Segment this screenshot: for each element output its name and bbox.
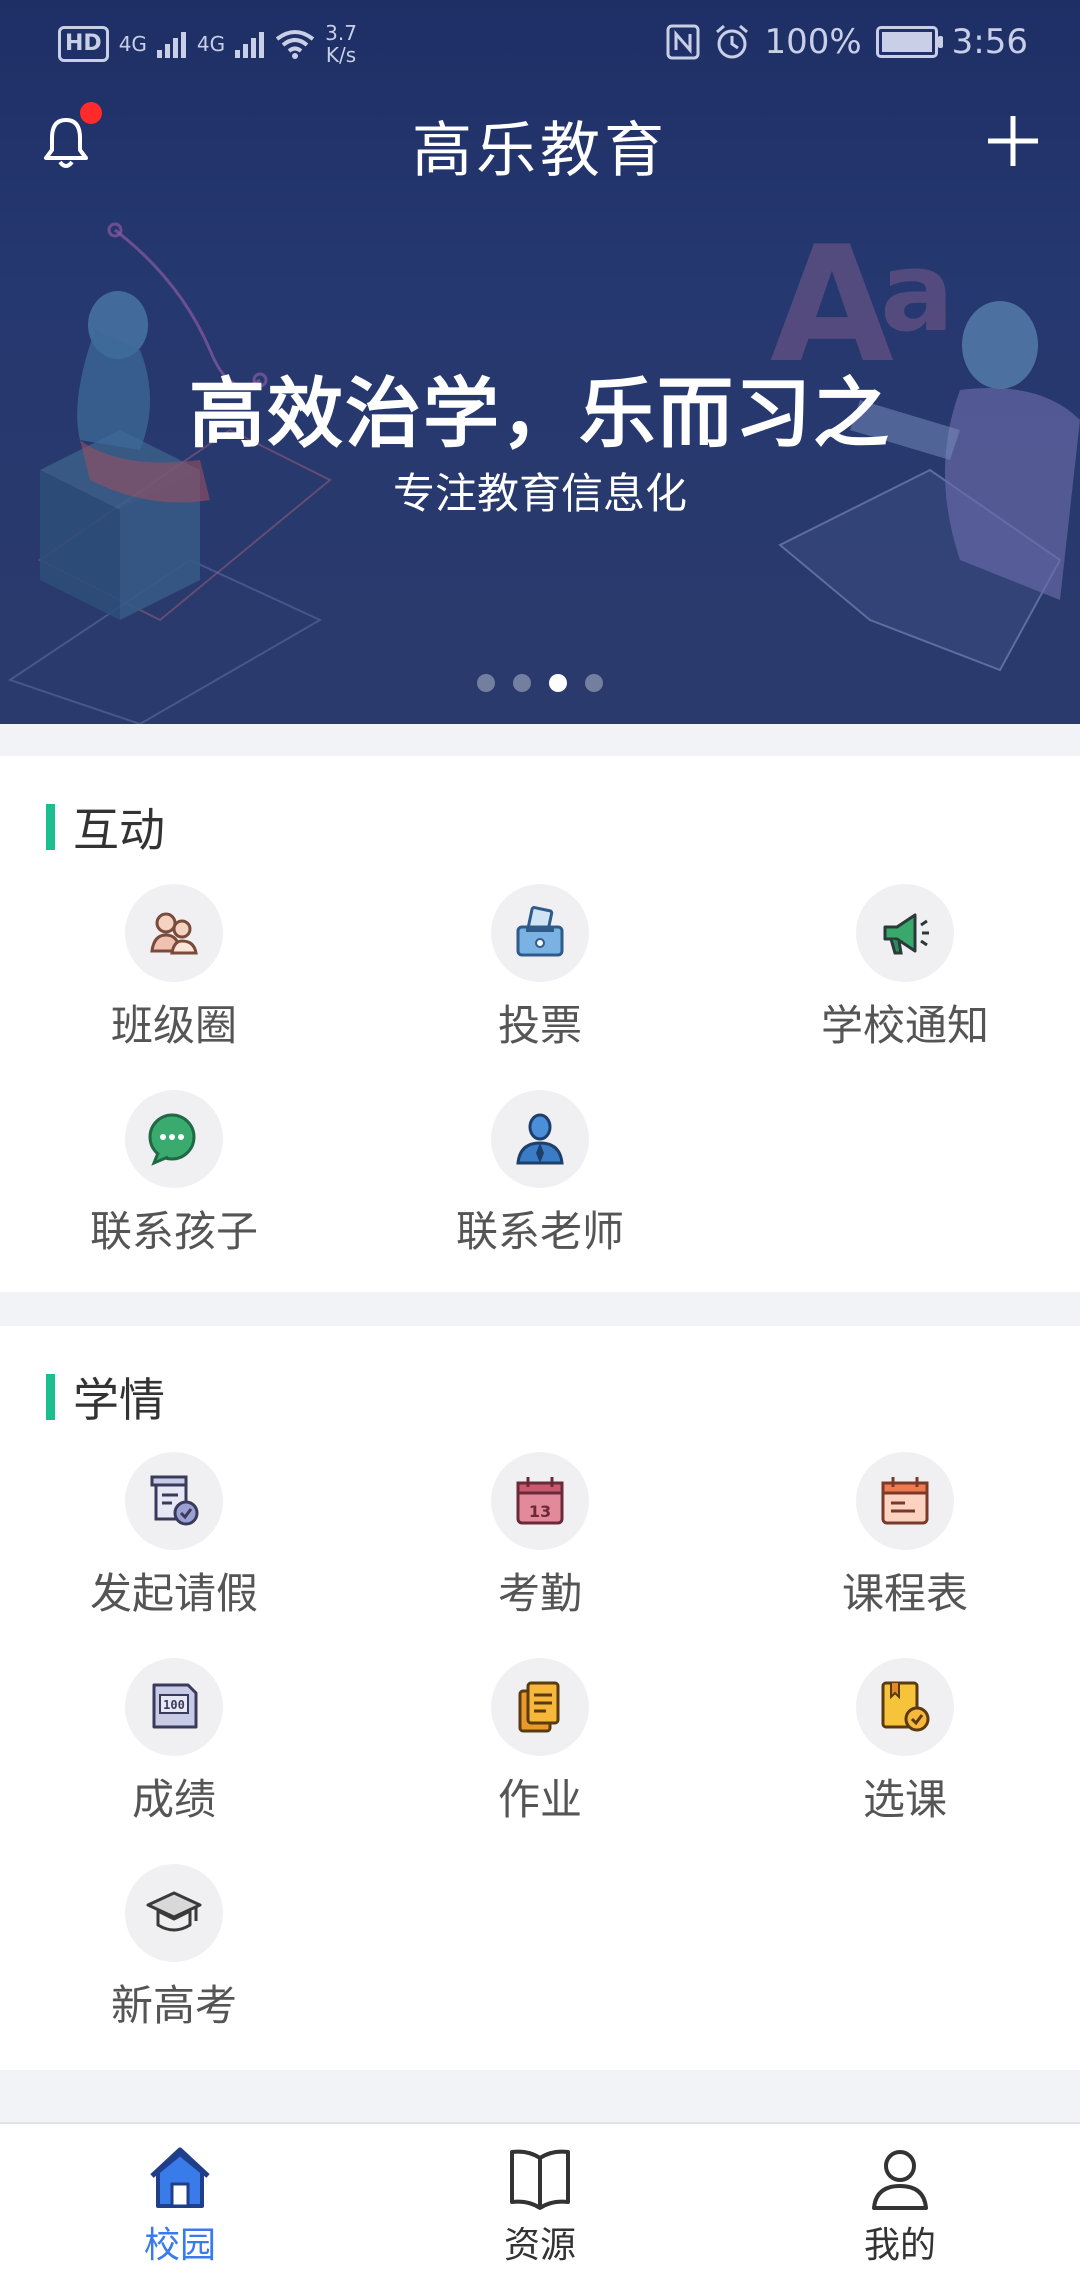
icon-circle bbox=[856, 884, 954, 982]
menu-item-label: 作业 bbox=[497, 1775, 582, 1824]
menu-item-label: 联系老师 bbox=[455, 1207, 624, 1256]
icon-circle bbox=[856, 1658, 954, 1756]
header-banner: A a HD 4G 4G 3.7 K/s 100% 3:56 高乐教育 高效治学… bbox=[0, 0, 1080, 724]
cell-signal-icon-2 bbox=[235, 32, 265, 58]
icon-circle bbox=[491, 884, 589, 982]
section-accent-bar bbox=[46, 804, 55, 850]
user-icon bbox=[872, 2150, 928, 2210]
section-header: 学情 bbox=[46, 1364, 165, 1430]
svg-text:a: a bbox=[880, 228, 954, 356]
menu-item-label: 发起请假 bbox=[89, 1569, 258, 1618]
battery-percent: 100% bbox=[764, 22, 862, 62]
menu-item-label: 班级圈 bbox=[110, 1001, 237, 1050]
homework-icon bbox=[518, 1681, 560, 1733]
tab-mine[interactable]: 我的 bbox=[800, 2142, 1000, 2268]
menu-item-contact-teacher[interactable]: 联系老师 bbox=[380, 1090, 700, 1259]
course-select-icon bbox=[881, 1681, 930, 1732]
menu-item-class-circle[interactable]: 班级圈 bbox=[14, 884, 334, 1053]
icon-circle: 100 bbox=[125, 1658, 223, 1756]
megaphone-icon bbox=[883, 913, 929, 955]
section-header: 互动 bbox=[46, 794, 165, 860]
cell-signal-icon bbox=[156, 32, 186, 58]
menu-item-label: 联系孩子 bbox=[89, 1207, 258, 1256]
icon-circle bbox=[491, 1658, 589, 1756]
menu-item-label: 课程表 bbox=[841, 1569, 968, 1618]
menu-item-course-select[interactable]: 选课 bbox=[745, 1658, 1065, 1827]
bottom-tab-bar: 校园 资源 我的 bbox=[0, 2122, 1080, 2282]
banner-title: 高效治学，乐而习之 bbox=[189, 369, 891, 458]
wifi-icon bbox=[275, 30, 315, 59]
clock: 3:56 bbox=[951, 22, 1028, 62]
tab-campus[interactable]: 校园 bbox=[80, 2142, 280, 2268]
alarm-icon bbox=[716, 24, 749, 59]
vote-icon bbox=[516, 906, 564, 957]
tab-label: 校园 bbox=[143, 2225, 216, 2266]
carousel-dot[interactable] bbox=[477, 674, 495, 692]
menu-item-label: 考勤 bbox=[497, 1569, 582, 1618]
section-interaction: 互动 班级圈 投票 学校通知 联系孩子 联系老师 bbox=[0, 756, 1080, 1292]
menu-item-label: 投票 bbox=[497, 1001, 582, 1050]
banner-subtitle: 专注教育信息化 bbox=[392, 469, 687, 518]
section-learning: 学情 发起请假 13 考勤 课程表 100 成绩 作业 选课 新高考 bbox=[0, 1326, 1080, 2070]
score-icon: 100 bbox=[152, 1683, 198, 1729]
svg-text:100: 100 bbox=[163, 1698, 185, 1712]
chat-bubble-icon bbox=[148, 1113, 196, 1166]
menu-item-label: 成绩 bbox=[131, 1775, 216, 1824]
add-icon[interactable] bbox=[984, 112, 1042, 170]
icon-circle bbox=[125, 1452, 223, 1550]
carousel-dot[interactable] bbox=[513, 674, 531, 692]
icon-circle bbox=[125, 1864, 223, 1962]
teacher-icon bbox=[516, 1113, 564, 1165]
menu-item-school-notice[interactable]: 学校通知 bbox=[745, 884, 1065, 1053]
nfc-icon bbox=[666, 24, 700, 60]
menu-item-homework[interactable]: 作业 bbox=[380, 1658, 700, 1827]
calendar-icon: 13 bbox=[516, 1477, 564, 1525]
icon-circle: 13 bbox=[491, 1452, 589, 1550]
hd-badge: HD bbox=[58, 26, 109, 62]
page-title: 高乐教育 bbox=[412, 116, 668, 186]
battery-icon bbox=[875, 26, 943, 58]
signal-4g-label-2: 4G bbox=[196, 32, 226, 56]
icon-circle bbox=[125, 884, 223, 982]
section-title: 互动 bbox=[73, 803, 165, 857]
svg-text:13: 13 bbox=[529, 1502, 551, 1521]
icon-circle bbox=[856, 1452, 954, 1550]
tab-label: 我的 bbox=[863, 2225, 936, 2266]
class-circle-icon bbox=[150, 912, 198, 955]
tab-label: 资源 bbox=[503, 2225, 576, 2266]
carousel-dot-active[interactable] bbox=[549, 674, 567, 692]
menu-item-score[interactable]: 100 成绩 bbox=[14, 1658, 334, 1827]
signal-4g-label: 4G bbox=[118, 32, 147, 56]
top-bar: 高乐教育 bbox=[0, 92, 1080, 192]
schedule-icon bbox=[881, 1477, 929, 1525]
menu-item-vote[interactable]: 投票 bbox=[380, 884, 700, 1053]
status-bar: HD 4G 4G 3.7 K/s 100% 3:56 bbox=[0, 0, 1080, 92]
menu-item-attendance[interactable]: 13 考勤 bbox=[380, 1452, 700, 1621]
carousel-dot[interactable] bbox=[585, 674, 603, 692]
book-icon bbox=[510, 2149, 570, 2210]
icon-circle bbox=[491, 1090, 589, 1188]
menu-item-contact-child[interactable]: 联系孩子 bbox=[14, 1090, 334, 1259]
menu-item-leave-request[interactable]: 发起请假 bbox=[14, 1452, 334, 1621]
home-icon bbox=[150, 2147, 210, 2208]
menu-item-label: 学校通知 bbox=[820, 1001, 989, 1050]
network-speed-value: 3.7 bbox=[325, 21, 357, 45]
menu-item-label: 选课 bbox=[862, 1775, 947, 1824]
carousel-indicator bbox=[0, 674, 1080, 692]
menu-item-new-gaokao[interactable]: 新高考 bbox=[14, 1864, 334, 2033]
network-speed-unit: K/s bbox=[325, 43, 357, 67]
leave-request-icon bbox=[150, 1475, 199, 1526]
network-speed: 3.7 K/s bbox=[325, 22, 357, 66]
section-title: 学情 bbox=[73, 1373, 165, 1427]
section-accent-bar bbox=[46, 1374, 55, 1420]
graduation-cap-icon bbox=[146, 1891, 202, 1932]
icon-circle bbox=[125, 1090, 223, 1188]
tab-resources[interactable]: 资源 bbox=[440, 2142, 640, 2268]
menu-item-label: 新高考 bbox=[110, 1981, 237, 2030]
menu-item-schedule[interactable]: 课程表 bbox=[745, 1452, 1065, 1621]
